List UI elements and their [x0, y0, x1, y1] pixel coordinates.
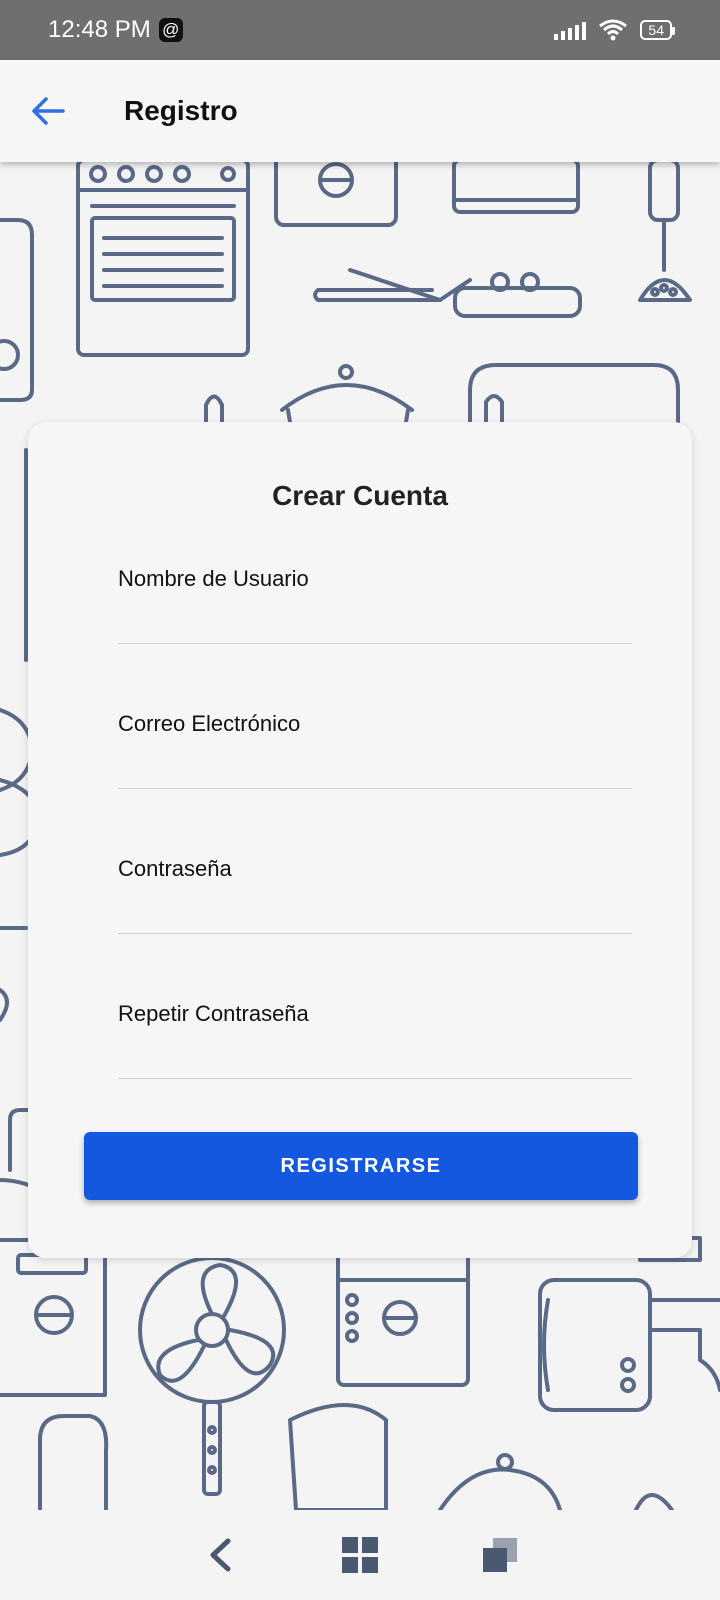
password-input[interactable]	[118, 893, 632, 933]
threads-icon: @	[158, 18, 183, 42]
recents-nav-icon	[483, 1538, 517, 1572]
fan-doodle	[138, 1233, 286, 1496]
status-right: 54	[554, 18, 675, 42]
repeat-password-field[interactable]: Repetir Contraseña	[118, 987, 632, 1079]
bottle-doodle	[204, 394, 224, 424]
email-input[interactable]	[118, 748, 632, 788]
battery-icon: 54	[640, 20, 675, 40]
appliance-doodle	[452, 158, 580, 214]
status-bar: 12:48 PM @ 54	[0, 0, 720, 60]
nav-back-button[interactable]	[190, 1525, 250, 1585]
username-field[interactable]: Nombre de Usuario	[118, 552, 632, 644]
arrow-left-icon	[32, 97, 65, 125]
status-time: 12:48 PM	[48, 16, 151, 43]
nav-home-button[interactable]	[330, 1525, 390, 1585]
appliance-doodle	[38, 1414, 674, 1510]
app-bar: Registro	[0, 60, 720, 162]
appliance-doodle	[0, 218, 34, 402]
register-card: Crear Cuenta Nombre de Usuario Correo El…	[28, 422, 692, 1258]
appliance-doodle	[468, 363, 680, 424]
toaster-doodle	[274, 153, 398, 227]
signal-icon	[554, 20, 587, 40]
page-title: Registro	[124, 95, 238, 126]
form-title: Crear Cuenta	[272, 480, 448, 511]
back-button[interactable]	[18, 81, 78, 141]
email-field[interactable]: Correo Electrónico	[118, 697, 632, 789]
home-nav-icon	[342, 1537, 378, 1573]
nav-recents-button[interactable]	[470, 1525, 530, 1585]
password-label: Contraseña	[118, 856, 232, 881]
back-nav-icon	[210, 1538, 231, 1572]
battery-level: 54	[648, 22, 664, 38]
email-label: Correo Electrónico	[118, 711, 301, 736]
repeat-password-label: Repetir Contraseña	[118, 1001, 309, 1026]
username-label: Nombre de Usuario	[118, 566, 309, 591]
pot-doodle	[280, 364, 414, 424]
coffee-machine-doodle	[288, 1233, 470, 1510]
hand-mixer-doodle	[638, 158, 692, 302]
wifi-icon	[599, 19, 628, 41]
repeat-password-input[interactable]	[118, 1038, 632, 1078]
system-nav-bar	[0, 1510, 720, 1600]
username-input[interactable]	[118, 603, 632, 643]
iron-doodle	[313, 268, 582, 318]
oven-doodle	[76, 158, 250, 357]
appliance-doodle	[538, 1236, 720, 1412]
kettle-doodle	[438, 1453, 562, 1510]
register-button[interactable]: REGISTRARSE	[84, 1132, 638, 1200]
password-field[interactable]: Contraseña	[118, 842, 632, 934]
status-left: 12:48 PM @	[48, 16, 183, 44]
